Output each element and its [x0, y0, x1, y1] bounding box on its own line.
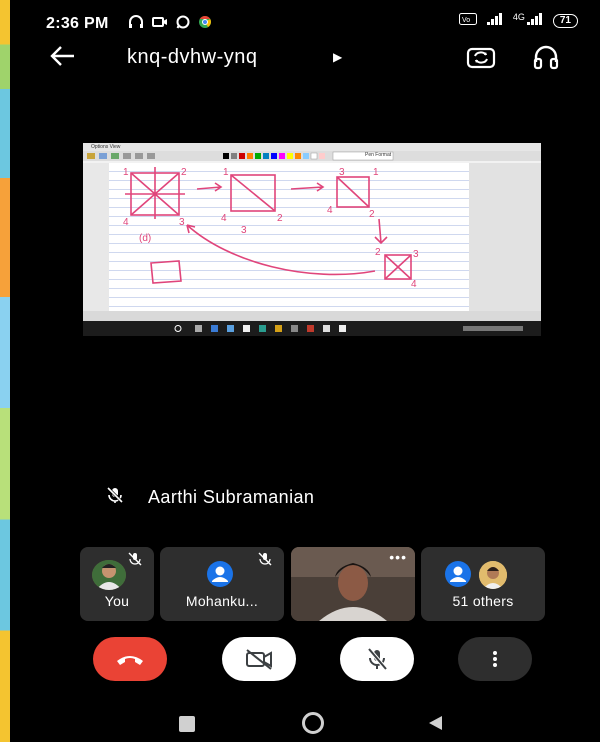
avatar-photo-other	[479, 561, 507, 589]
back-arrow-icon[interactable]	[50, 44, 76, 73]
shared-screen-menu: Options View	[83, 143, 541, 151]
participant-tile-video[interactable]: •••	[291, 547, 415, 621]
recents-icon[interactable]	[179, 716, 195, 732]
background-wallpaper-strip	[0, 0, 10, 742]
svg-text:2: 2	[181, 167, 187, 178]
status-notification-icons	[128, 15, 212, 32]
mic-off-icon	[367, 647, 388, 671]
switch-camera-icon[interactable]	[466, 44, 498, 72]
svg-text:4: 4	[221, 213, 227, 224]
hang-up-icon	[117, 656, 143, 665]
network-type: 4G	[512, 11, 525, 22]
shared-screen-gray-area	[469, 163, 541, 311]
participant-tile-others[interactable]: 51 others	[421, 547, 545, 621]
headset-notification-icon	[128, 15, 144, 32]
speaker-name: Aarthi Subramanian	[148, 487, 315, 507]
meeting-header: knq-dvhw-ynq ▶	[10, 40, 600, 80]
svg-text:1: 1	[223, 167, 229, 178]
audio-output-headphones-icon[interactable]	[532, 44, 564, 72]
participant-name: Mohanku...	[185, 593, 259, 609]
shared-screen-content: Options View Pen Format 1 2 4 3 1 2 4 3 …	[83, 143, 541, 336]
shared-screen-statusbar	[83, 311, 541, 321]
camera-off-icon	[246, 649, 272, 670]
svg-text:4: 4	[327, 205, 333, 216]
svg-text:1: 1	[123, 167, 129, 178]
svg-text:2: 2	[375, 247, 381, 258]
meeting-code[interactable]: knq-dvhw-ynq	[127, 46, 258, 69]
whatsapp-notification-icon	[176, 15, 190, 32]
svg-text:3: 3	[339, 167, 345, 178]
participant-name: You	[104, 593, 130, 609]
microphone-toggle-button[interactable]	[340, 637, 414, 681]
mic-off-icon	[106, 486, 124, 509]
battery-level: 71	[552, 13, 578, 28]
volte-icon: Vo	[458, 13, 477, 28]
svg-text:3: 3	[413, 249, 419, 260]
meeting-details-arrow-icon[interactable]: ▶	[333, 50, 342, 64]
status-time: 2:36 PM	[46, 15, 109, 32]
avatar-placeholder-icon	[445, 561, 471, 587]
status-system-icons: Vo 4G 71	[458, 11, 578, 28]
call-controls	[10, 637, 600, 685]
mic-off-icon	[258, 552, 272, 569]
shared-screen-taskbar	[83, 321, 541, 336]
meet-call-screen: 2:36 PM Vo 4G 71 knq-dvhw-ynq ▶ Options …	[10, 0, 600, 742]
video-notification-icon	[152, 15, 168, 32]
svg-text:1: 1	[373, 167, 379, 178]
shared-screen-toolbar: Pen Format	[83, 151, 541, 161]
svg-text:Vo: Vo	[462, 17, 470, 24]
participant-tile-mohanku[interactable]: Mohanku...	[160, 547, 284, 621]
system-navigation-bar	[10, 708, 600, 742]
svg-text:2: 2	[277, 213, 283, 224]
shared-screen-margin	[83, 163, 109, 311]
svg-text:4: 4	[411, 279, 417, 290]
back-triangle-icon[interactable]	[426, 714, 444, 737]
more-options-button[interactable]	[458, 637, 532, 681]
participant-tile-you[interactable]: You	[80, 547, 154, 621]
avatar-photo-you	[92, 560, 126, 590]
signal-icon	[486, 13, 503, 28]
vertical-dots-icon	[493, 651, 497, 667]
main-video-stage[interactable]: Options View Pen Format 1 2 4 3 1 2 4 3 …	[82, 93, 542, 517]
camera-toggle-button[interactable]	[222, 637, 296, 681]
handwritten-sketch: 1 2 4 3 1 2 4 3 3 2 1 4 2 3 4 (d)	[123, 167, 419, 290]
mic-off-icon	[128, 552, 142, 569]
svg-text:(d): (d)	[139, 233, 151, 244]
end-call-button[interactable]	[93, 637, 167, 681]
signal-icon-2	[526, 13, 543, 28]
speaker-name-label: Aarthi Subramanian	[106, 486, 314, 509]
home-icon[interactable]	[302, 712, 324, 734]
svg-text:3: 3	[179, 217, 185, 228]
svg-text:4: 4	[123, 217, 129, 228]
svg-text:2: 2	[369, 209, 375, 220]
avatar-placeholder-icon	[207, 561, 233, 587]
chrome-notification-icon	[198, 15, 212, 32]
svg-text:3: 3	[241, 225, 247, 236]
more-options-dots-icon[interactable]: •••	[389, 549, 407, 565]
participant-name: 51 others	[452, 593, 514, 609]
